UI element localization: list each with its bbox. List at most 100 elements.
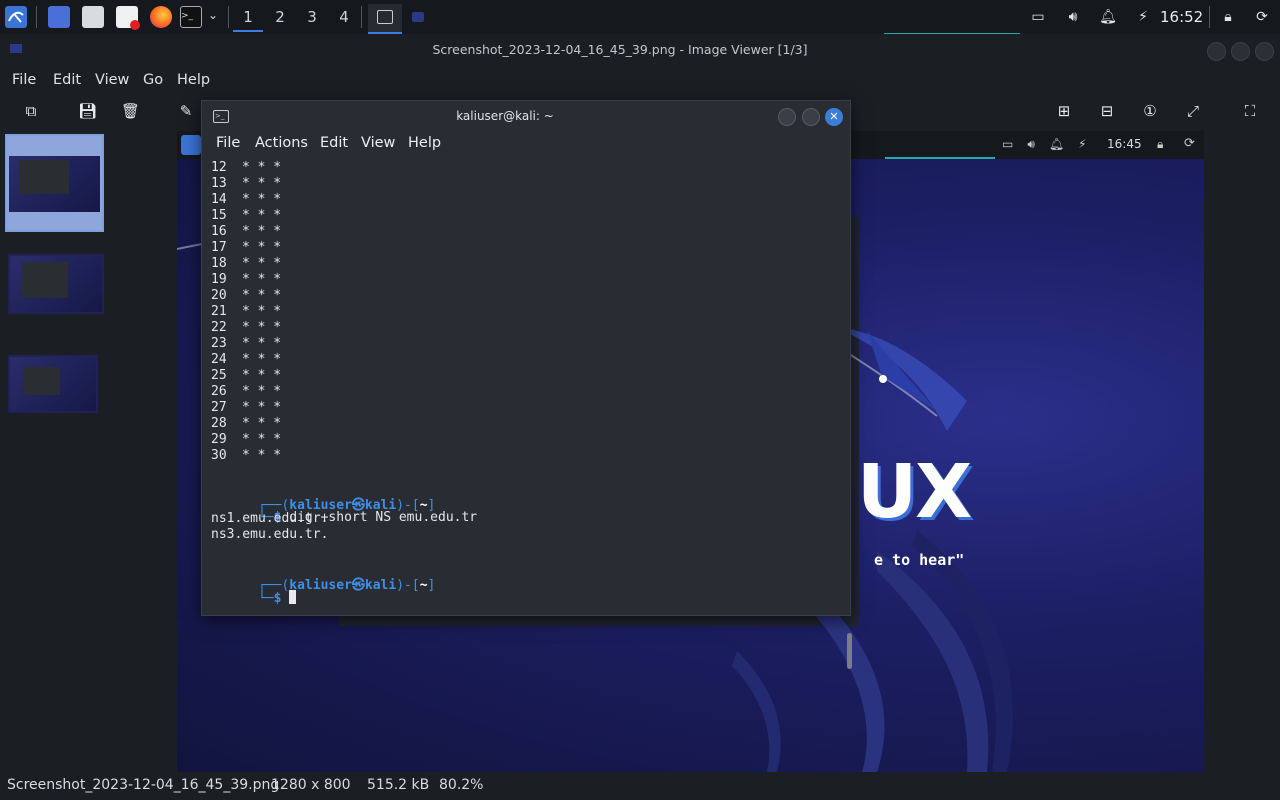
trace-stars: * * * (242, 240, 282, 255)
terminal-menu-edit[interactable]: Edit (320, 135, 348, 151)
trace-stars: * * * (242, 352, 282, 367)
terminal-close-button[interactable]: ✕ (825, 108, 843, 126)
file-manager-icon[interactable] (82, 6, 104, 28)
workspace-3[interactable]: 3 (297, 6, 327, 30)
trace-row: 28 * * * (211, 416, 281, 432)
menu-go[interactable]: Go (143, 72, 163, 88)
trace-stars: * * * (242, 336, 282, 351)
zoom-in-icon[interactable]: ⊞ (1055, 102, 1073, 120)
trace-hop-number: 19 (211, 272, 227, 287)
separator (36, 6, 37, 28)
terminal-maximize-button[interactable] (802, 108, 820, 126)
terminal-minimize-button[interactable] (778, 108, 796, 126)
trace-row: 25 * * * (211, 368, 281, 384)
trace-row: 19 * * * (211, 272, 281, 288)
status-filesize: 515.2 kB (367, 777, 430, 793)
trace-row: 24 * * * (211, 352, 281, 368)
maximize-button[interactable] (1231, 42, 1250, 61)
trace-row: 21 * * * (211, 304, 281, 320)
terminal-window[interactable]: >_ kaliuser@kali: ~ ✕ File Actions Edit … (201, 100, 852, 669)
trace-hop-number: 13 (211, 176, 227, 191)
prompt-dollar: $ (273, 591, 282, 606)
status-filename: Screenshot_2023-12-04_16_45_39.png (7, 777, 280, 793)
trace-stars: * * * (242, 208, 282, 223)
trace-stars: * * * (242, 304, 282, 319)
terminal-scrollbar[interactable] (847, 633, 852, 669)
prompt-user: kaliuser㉿kali (289, 578, 397, 593)
minimize-button[interactable] (1207, 42, 1226, 61)
kali-menu-icon[interactable] (5, 6, 27, 28)
prompt-close: )-[ (396, 578, 420, 593)
trace-row: 30 * * * (211, 448, 281, 464)
workspace-2[interactable]: 2 (265, 6, 295, 30)
trace-stars: * * * (242, 320, 282, 335)
close-button[interactable] (1255, 42, 1274, 61)
prompt-line-1: ┌──(kaliuser㉿kali)-[~] (211, 479, 435, 513)
task-image-viewer[interactable] (404, 4, 434, 32)
task-terminal[interactable] (368, 4, 402, 34)
fullscreen-icon[interactable]: ⛶ (1241, 102, 1259, 120)
trace-stars: * * * (242, 176, 282, 191)
text-editor-icon[interactable] (116, 6, 140, 30)
menu-edit[interactable]: Edit (53, 72, 81, 88)
trace-row: 15 * * * (211, 208, 281, 224)
firefox-icon[interactable] (150, 6, 172, 28)
image-viewer-icon (412, 12, 424, 22)
workspace-4[interactable]: 4 (329, 6, 359, 30)
active-command-line[interactable]: └─$ (211, 575, 297, 606)
trace-hop-number: 23 (211, 336, 227, 351)
terminal-menu-file[interactable]: File (216, 135, 240, 151)
delete-icon[interactable]: 🗑︎ (121, 102, 140, 120)
menu-file[interactable]: File (12, 72, 36, 88)
trace-stars: * * * (242, 368, 282, 383)
chevron-down-icon[interactable]: ⌄ (208, 8, 218, 22)
terminal-menu-view[interactable]: View (361, 135, 395, 151)
thumbnail-1[interactable] (5, 134, 104, 232)
terminal-menu-help[interactable]: Help (408, 135, 441, 151)
workspace-1[interactable]: 1 (233, 6, 263, 32)
trace-stars: * * * (242, 256, 282, 271)
trace-stars: * * * (242, 432, 282, 447)
trace-hop-number: 24 (211, 352, 227, 367)
status-dimensions: 1280 x 800 (271, 777, 351, 793)
menu-help[interactable]: Help (177, 72, 210, 88)
bell-icon[interactable]: 🔔︎ (1098, 7, 1118, 27)
trace-hop-number: 30 (211, 448, 227, 463)
zoom-fit-icon[interactable]: ⤢ (1184, 102, 1202, 120)
prompt-prefix: └─ (257, 591, 274, 606)
terminal-launcher-icon[interactable]: >_ (180, 6, 202, 28)
edit-icon[interactable]: ✎ (177, 102, 195, 120)
show-desktop-icon[interactable] (48, 6, 70, 28)
taskbar: >_ ⌄ 1 2 3 4 ▭ 🔊︎ 🔔︎ ⚡︎ 16:52 🔒︎ ⟳ (0, 0, 1280, 35)
trace-stars: * * * (242, 224, 282, 239)
trace-row: 18 * * * (211, 256, 281, 272)
zoom-100-icon[interactable]: ① (1141, 102, 1159, 120)
menu-view[interactable]: View (95, 72, 129, 88)
power-manager-icon[interactable]: ⚡︎ (1133, 7, 1153, 27)
thumbnail-3[interactable] (8, 355, 98, 413)
kali-tagline: e to hear" (874, 551, 965, 569)
open-with-icon[interactable]: ⧉ (22, 102, 40, 120)
trace-hop-number: 15 (211, 208, 227, 223)
volume-icon[interactable]: 🔊︎ (1063, 7, 1083, 27)
clock[interactable]: 16:52 (1160, 8, 1203, 26)
terminal-titlebar[interactable]: >_ kaliuser@kali: ~ ✕ (202, 101, 850, 131)
trace-hop-number: 12 (211, 160, 227, 175)
screen-icon[interactable]: ▭ (1028, 7, 1048, 27)
logout-icon[interactable]: ⟳ (1252, 7, 1272, 27)
trace-hop-number: 16 (211, 224, 227, 239)
trace-hop-number: 20 (211, 288, 227, 303)
trace-stars: * * * (242, 192, 282, 207)
trace-row: 16 * * * (211, 224, 281, 240)
save-icon[interactable]: 💾︎ (78, 102, 97, 120)
viewer-title: Screenshot_2023-12-04_16_45_39.png - Ima… (432, 42, 808, 57)
lock-icon[interactable]: 🔒︎ (1218, 7, 1238, 27)
trace-stars: * * * (242, 400, 282, 415)
terminal-menu-actions[interactable]: Actions (255, 135, 308, 151)
terminal-output[interactable]: 12 * * * 13 * * * 14 * * * 15 * * * 16 * * * 17 * *… (211, 160, 852, 669)
trace-row: 26 * * * (211, 384, 281, 400)
thumbnail-2[interactable] (8, 254, 104, 314)
zoom-out-icon[interactable]: ⊟ (1098, 102, 1116, 120)
terminal-menubar: File Actions Edit View Help (202, 131, 850, 157)
trace-hop-number: 28 (211, 416, 227, 431)
